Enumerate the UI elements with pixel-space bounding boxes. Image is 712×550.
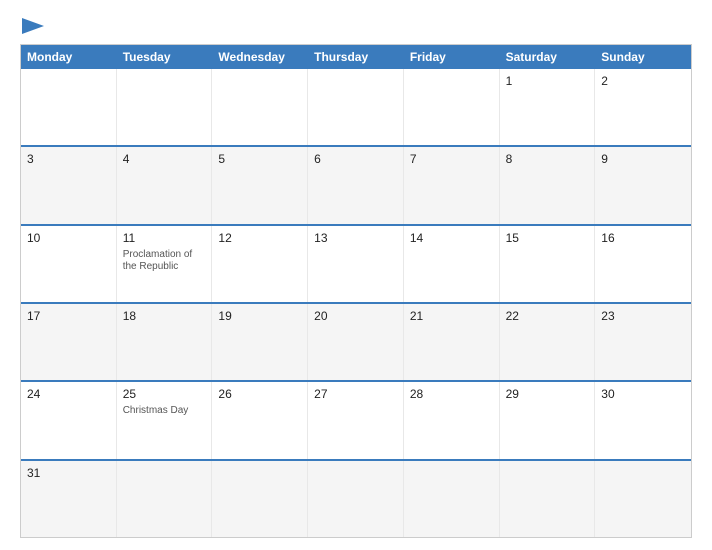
calendar-cell: 28 bbox=[404, 382, 500, 458]
day-number: 14 bbox=[410, 231, 493, 245]
header-day-wednesday: Wednesday bbox=[212, 45, 308, 69]
calendar-body: 1234567891011Proclamation of the Republi… bbox=[21, 69, 691, 537]
calendar-cell: 4 bbox=[117, 147, 213, 223]
day-number: 12 bbox=[218, 231, 301, 245]
day-number: 31 bbox=[27, 466, 110, 480]
calendar: MondayTuesdayWednesdayThursdayFridaySatu… bbox=[20, 44, 692, 538]
calendar-cell bbox=[500, 461, 596, 537]
calendar-cell bbox=[308, 461, 404, 537]
calendar-cell: 7 bbox=[404, 147, 500, 223]
calendar-cell bbox=[404, 69, 500, 145]
day-number: 23 bbox=[601, 309, 685, 323]
day-number: 26 bbox=[218, 387, 301, 401]
calendar-cell bbox=[117, 461, 213, 537]
calendar-cell bbox=[595, 461, 691, 537]
calendar-cell: 18 bbox=[117, 304, 213, 380]
page: MondayTuesdayWednesdayThursdayFridaySatu… bbox=[0, 0, 712, 550]
day-number: 30 bbox=[601, 387, 685, 401]
calendar-cell: 15 bbox=[500, 226, 596, 302]
calendar-cell: 6 bbox=[308, 147, 404, 223]
calendar-row-3: 17 18 19 20 21 22 23 bbox=[21, 302, 691, 380]
day-number: 27 bbox=[314, 387, 397, 401]
header-day-tuesday: Tuesday bbox=[117, 45, 213, 69]
day-number: 6 bbox=[314, 152, 397, 166]
day-number: 7 bbox=[410, 152, 493, 166]
holiday-label: Proclamation of the Republic bbox=[123, 249, 206, 273]
calendar-header: MondayTuesdayWednesdayThursdayFridaySatu… bbox=[21, 45, 691, 69]
calendar-cell: 8 bbox=[500, 147, 596, 223]
header-day-saturday: Saturday bbox=[500, 45, 596, 69]
day-number: 1 bbox=[506, 74, 589, 88]
logo bbox=[20, 18, 44, 34]
calendar-cell: 16 bbox=[595, 226, 691, 302]
header-day-monday: Monday bbox=[21, 45, 117, 69]
day-number: 3 bbox=[27, 152, 110, 166]
calendar-cell: 30 bbox=[595, 382, 691, 458]
day-number: 4 bbox=[123, 152, 206, 166]
calendar-cell: 10 bbox=[21, 226, 117, 302]
day-number: 8 bbox=[506, 152, 589, 166]
calendar-cell: 1 bbox=[500, 69, 596, 145]
day-number: 13 bbox=[314, 231, 397, 245]
day-number: 9 bbox=[601, 152, 685, 166]
calendar-cell bbox=[21, 69, 117, 145]
calendar-cell: 21 bbox=[404, 304, 500, 380]
day-number: 16 bbox=[601, 231, 685, 245]
calendar-cell: 11 Proclamation of the Republic bbox=[117, 226, 213, 302]
day-number: 10 bbox=[27, 231, 110, 245]
calendar-cell: 22 bbox=[500, 304, 596, 380]
calendar-cell bbox=[404, 461, 500, 537]
calendar-row-1: 3456789 bbox=[21, 145, 691, 223]
calendar-row-4: 24 25 Christmas Day 26 27 28 29 30 bbox=[21, 380, 691, 458]
calendar-cell bbox=[117, 69, 213, 145]
calendar-cell: 19 bbox=[212, 304, 308, 380]
day-number: 17 bbox=[27, 309, 110, 323]
calendar-cell: 3 bbox=[21, 147, 117, 223]
calendar-cell: 5 bbox=[212, 147, 308, 223]
day-number: 20 bbox=[314, 309, 397, 323]
calendar-row-2: 10 11 Proclamation of the Republic 12 13 14 15… bbox=[21, 224, 691, 302]
calendar-cell: 27 bbox=[308, 382, 404, 458]
day-number: 11 bbox=[123, 231, 206, 245]
calendar-cell bbox=[212, 461, 308, 537]
calendar-cell: 20 bbox=[308, 304, 404, 380]
day-number: 2 bbox=[601, 74, 685, 88]
day-number: 5 bbox=[218, 152, 301, 166]
calendar-cell: 13 bbox=[308, 226, 404, 302]
day-number: 22 bbox=[506, 309, 589, 323]
calendar-cell: 29 bbox=[500, 382, 596, 458]
logo-flag-icon bbox=[22, 18, 44, 34]
calendar-cell bbox=[308, 69, 404, 145]
calendar-cell: 26 bbox=[212, 382, 308, 458]
calendar-cell: 24 bbox=[21, 382, 117, 458]
calendar-cell: 31 bbox=[21, 461, 117, 537]
day-number: 19 bbox=[218, 309, 301, 323]
day-number: 29 bbox=[506, 387, 589, 401]
calendar-cell: 17 bbox=[21, 304, 117, 380]
day-number: 15 bbox=[506, 231, 589, 245]
calendar-cell: 12 bbox=[212, 226, 308, 302]
calendar-row-0: 12 bbox=[21, 69, 691, 145]
header bbox=[20, 18, 692, 34]
holiday-label: Christmas Day bbox=[123, 405, 206, 417]
header-day-sunday: Sunday bbox=[595, 45, 691, 69]
day-number: 25 bbox=[123, 387, 206, 401]
calendar-row-5: 31 bbox=[21, 459, 691, 537]
day-number: 18 bbox=[123, 309, 206, 323]
header-day-friday: Friday bbox=[404, 45, 500, 69]
calendar-cell: 14 bbox=[404, 226, 500, 302]
day-number: 28 bbox=[410, 387, 493, 401]
calendar-cell: 23 bbox=[595, 304, 691, 380]
calendar-cell: 2 bbox=[595, 69, 691, 145]
calendar-cell: 25 Christmas Day bbox=[117, 382, 213, 458]
day-number: 21 bbox=[410, 309, 493, 323]
day-number: 24 bbox=[27, 387, 110, 401]
calendar-cell bbox=[212, 69, 308, 145]
calendar-cell: 9 bbox=[595, 147, 691, 223]
header-day-thursday: Thursday bbox=[308, 45, 404, 69]
